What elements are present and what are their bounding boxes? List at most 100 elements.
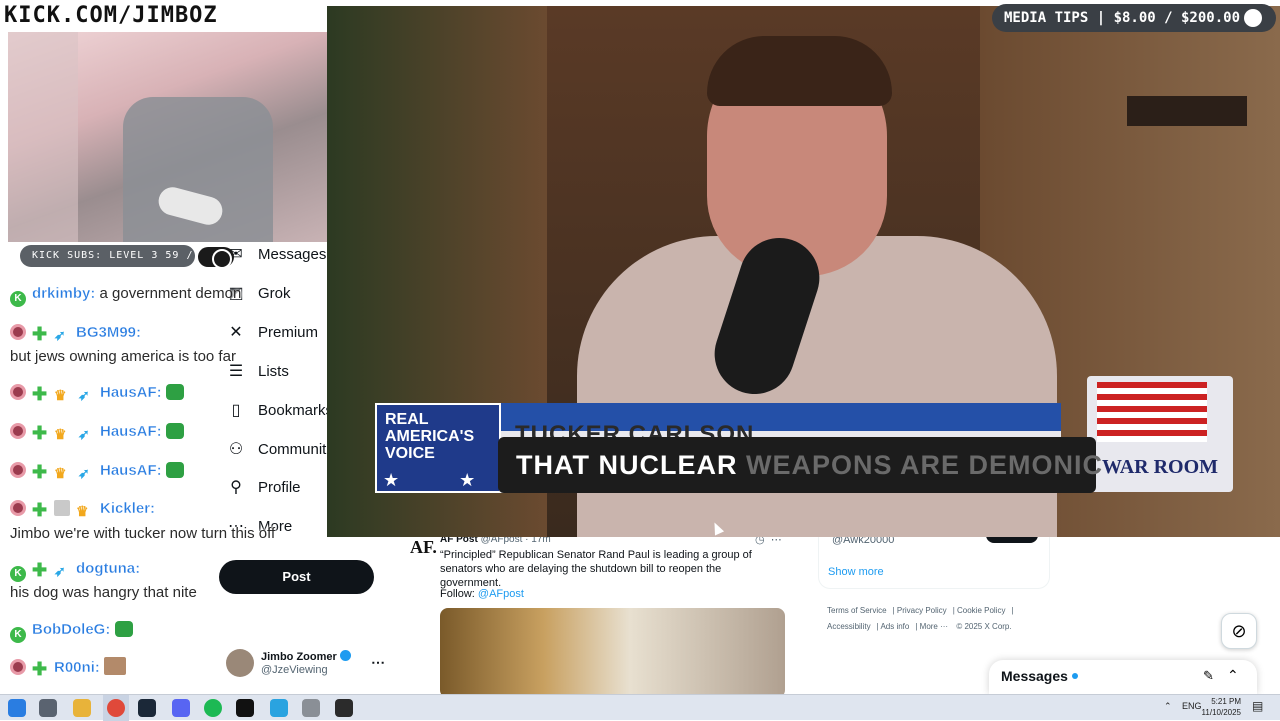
nav-messages[interactable]: ✉ Messages: [226, 243, 326, 267]
webcam-shelf: [8, 32, 78, 242]
war-room-label: WAR ROOM: [1101, 456, 1219, 478]
plus-badge-icon: ✚: [32, 560, 48, 580]
show-more-link[interactable]: Show more: [828, 566, 884, 578]
flag-icon: [1097, 382, 1207, 442]
chevron-up-icon[interactable]: ⌃: [1164, 701, 1172, 712]
x-logo-icon: ✕: [229, 324, 243, 341]
chat-username: drkimby:: [32, 285, 96, 302]
people-icon: ⚇: [228, 441, 244, 458]
system-clock[interactable]: 5:21 PM 11/10/2025: [1201, 696, 1241, 718]
plus-badge-icon: ✚: [32, 324, 48, 344]
footer-links: Terms of Service | Privacy Policy | Cookie…: [827, 606, 1014, 631]
language-indicator[interactable]: ENG: [1182, 701, 1202, 711]
chat-line: ✚ ♛ ➶ HausAF:: [10, 460, 190, 482]
chat-line: ✚ R00ni:: [10, 657, 132, 679]
taskbar: ⌃ ENG 5:21 PM 11/10/2025 ▤: [0, 694, 1280, 721]
messages-dock[interactable]: Messages ✎ ⌃: [989, 660, 1257, 694]
chat-message: a government demon: [99, 285, 242, 302]
spotify-icon[interactable]: [204, 699, 222, 717]
video-player[interactable]: REAL AMERICA'S VOICE ★★ TUCKER CARLSON W…: [327, 6, 1280, 537]
telegram-icon[interactable]: [270, 699, 288, 717]
avatar: [226, 649, 254, 677]
bookmark-icon: ▯: [231, 402, 241, 419]
subs-icon: [198, 247, 234, 269]
obs-icon[interactable]: [335, 699, 353, 717]
app-icon[interactable]: [302, 699, 320, 717]
nav-label: Profile: [258, 479, 301, 496]
chat-username: HausAF:: [100, 423, 162, 440]
chat-message: Jimbo we're with tucker now turn this of…: [10, 525, 276, 542]
chat-line: ✚ ♛ ➶ HausAF:: [10, 382, 190, 404]
emote-icon: [104, 657, 127, 675]
og-badge-icon: [10, 500, 26, 516]
account-switcher[interactable]: Jimbo Zoomer @JzeViewing ⋯: [226, 649, 396, 689]
tweet-follow-prefix: Follow:: [440, 588, 475, 600]
messages-title-text: Messages: [1001, 668, 1068, 684]
notifications-icon[interactable]: ▤: [1252, 699, 1263, 713]
emote-icon: [165, 462, 184, 478]
crown-badge-icon: ♛: [54, 426, 67, 442]
post-button[interactable]: Post: [219, 560, 374, 594]
footer-link[interactable]: More ···: [920, 622, 948, 631]
og-badge-icon: [10, 384, 26, 400]
file-explorer-icon[interactable]: [73, 699, 91, 717]
chevron-up-icon[interactable]: ⌃: [1227, 667, 1239, 684]
caption-active: THAT NUCLEAR: [516, 450, 738, 480]
og-badge-icon: [10, 324, 26, 340]
kick-badge-icon: K: [10, 291, 26, 307]
og-badge-icon: [10, 659, 26, 675]
plus-badge-icon: ✚: [32, 659, 48, 679]
task-view-icon[interactable]: [39, 699, 57, 717]
chat-line: his dog was hangry that nite: [10, 582, 197, 604]
video-lamp: [1127, 96, 1247, 126]
crown-badge-icon: ♛: [54, 465, 67, 481]
chat-username: BG3M99:: [76, 324, 142, 341]
crown-badge-icon: ♛: [54, 387, 67, 403]
chat-line: Jimbo we're with tucker now turn this of…: [10, 523, 275, 545]
nav-label: Bookmarks: [258, 402, 334, 419]
footer-link[interactable]: Terms of Service: [827, 606, 887, 615]
verified-icon: [339, 650, 351, 661]
messages-title: Messages: [1001, 668, 1078, 684]
more-icon[interactable]: ⋯: [371, 654, 385, 671]
clock-time: 5:21 PM: [1211, 697, 1241, 706]
media-tips-goal: MEDIA TIPS | $8.00 / $200.00: [992, 4, 1242, 32]
subs-goal-bar: KICK SUBS: LEVEL 3 59 / 60: [20, 245, 195, 283]
nav-profile[interactable]: ⚲ Profile: [226, 476, 301, 500]
emote-icon: [165, 384, 184, 400]
og-badge-icon: [10, 423, 26, 439]
account-name-row: Jimbo Zoomer: [261, 650, 351, 663]
plus-badge-icon: ✚: [32, 384, 48, 404]
webcam-feed: [6, 30, 334, 244]
grok-icon[interactable]: ⊘: [1221, 613, 1257, 649]
new-message-icon[interactable]: ✎: [1203, 668, 1214, 684]
plus-badge-icon: ✚: [32, 423, 48, 443]
video-caption: THAT NUCLEAR WEAPONS ARE DEMONIC: [498, 437, 1102, 493]
video-host-hair: [707, 36, 892, 106]
tweet-follow-link[interactable]: @AFpost: [478, 588, 524, 600]
steam-icon[interactable]: [138, 699, 156, 717]
nav-premium[interactable]: ✕ Premium: [226, 321, 318, 345]
account-handle: @JzeViewing: [261, 664, 328, 676]
caption-upcoming: WEAPONS ARE DEMONIC: [746, 450, 1104, 480]
tweet-avatar-logo[interactable]: AF.: [410, 537, 437, 558]
chat-username: dogtuna:: [76, 560, 141, 577]
footer-link[interactable]: Privacy Policy: [897, 606, 947, 615]
image-badge-icon: [54, 500, 70, 516]
windows-start-icon[interactable]: [8, 699, 26, 717]
footer-link[interactable]: Cookie Policy: [957, 606, 1005, 615]
nav-label: Grok: [258, 285, 291, 302]
discord-icon[interactable]: [172, 699, 190, 717]
chat-message: his dog was hangry that nite: [10, 584, 197, 601]
tweet-image[interactable]: [440, 608, 785, 698]
crown-badge-icon: ♛: [76, 503, 89, 519]
chrome-icon[interactable]: [107, 699, 125, 717]
nav-label: Messages: [258, 246, 327, 263]
nav-bookmarks[interactable]: ▯ Bookmarks: [226, 399, 333, 423]
kick-badge-icon: K: [10, 627, 26, 643]
footer-link[interactable]: Ads info: [880, 622, 909, 631]
chat-username: HausAF:: [100, 462, 162, 479]
terminal-icon[interactable]: [236, 699, 254, 717]
footer-link[interactable]: Accessibility: [827, 622, 871, 631]
nav-label: Lists: [258, 363, 289, 380]
